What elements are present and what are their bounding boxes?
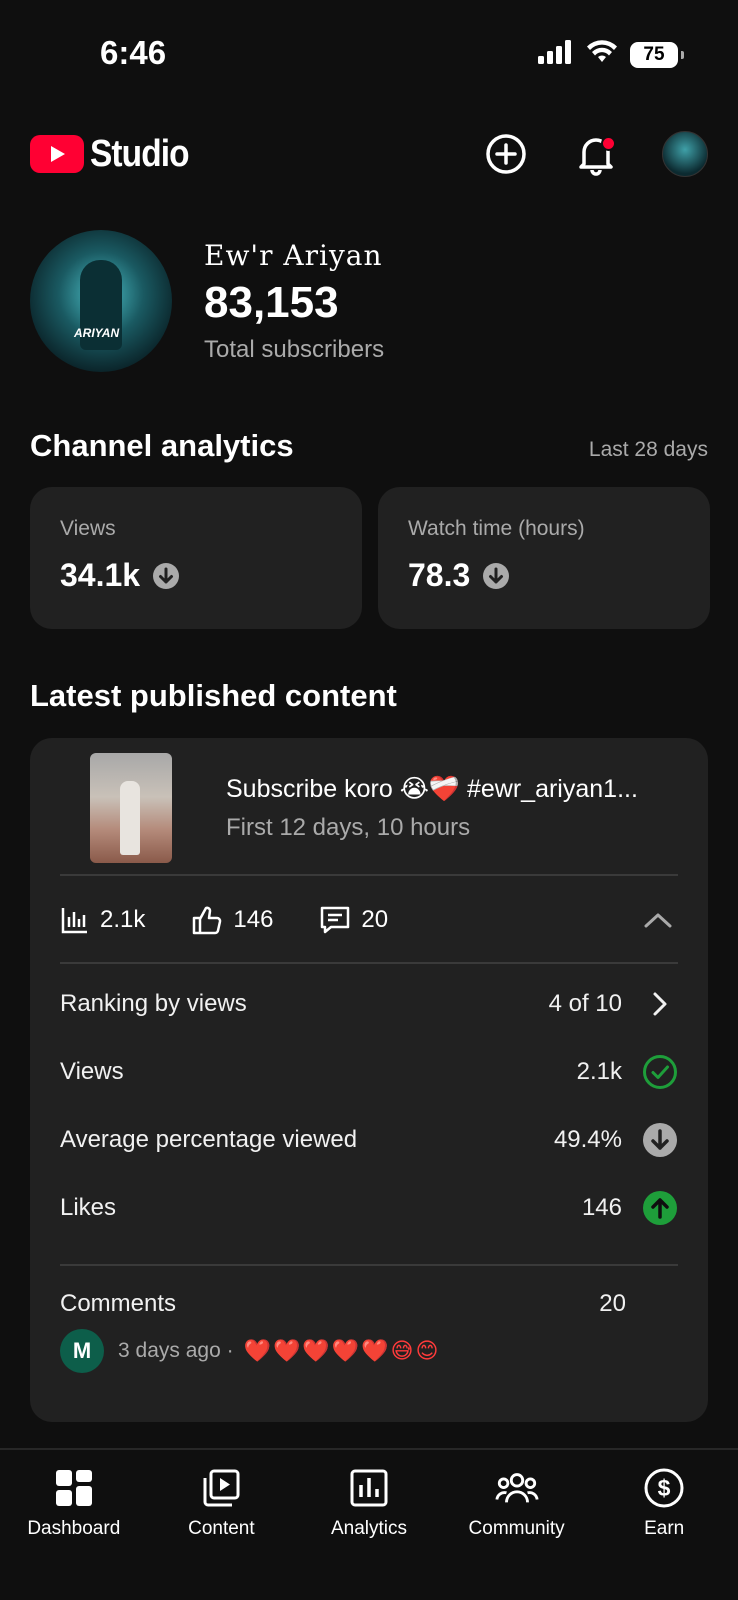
subscriber-count: 83,153	[204, 277, 339, 327]
dashboard-icon	[52, 1466, 96, 1510]
comments-row[interactable]: Comments 20	[60, 1274, 678, 1334]
likes-value: 146	[233, 906, 274, 933]
views-row: Views 2.1k	[60, 1042, 678, 1102]
divider	[60, 874, 678, 876]
avg-percentage-row: Average percentage viewed 49.4%	[60, 1110, 678, 1170]
signal-icon	[538, 40, 574, 69]
wifi-icon	[586, 40, 618, 69]
metric-value: 34.1k	[60, 557, 141, 593]
nav-label: Dashboard	[27, 1518, 121, 1539]
channel-avatar[interactable]: ARIYAN	[30, 230, 172, 372]
youtube-play-icon	[30, 135, 84, 173]
chevron-up-icon	[644, 913, 672, 928]
nav-label: Earn	[644, 1518, 685, 1539]
status-indicators: 75	[538, 40, 684, 69]
bottom-nav: Dashboard Content Analytics Community $ …	[0, 1448, 738, 1600]
latest-content-card: Subscribe koro 😭❤️‍🩹 #ewr_ariyan1... Fir…	[30, 738, 708, 1422]
community-icon	[495, 1466, 539, 1510]
analytics-icon	[347, 1466, 391, 1510]
analytics-title: Channel analytics	[30, 428, 294, 463]
trend-down-icon	[483, 562, 510, 589]
trend-down-icon	[153, 562, 180, 589]
analytics-period: Last 28 days	[588, 438, 708, 461]
divider	[60, 1264, 678, 1266]
bar-chart-icon	[61, 908, 87, 934]
detail-value: 49.4%	[553, 1126, 622, 1153]
video-row[interactable]: Subscribe koro 😭❤️‍🩹 #ewr_ariyan1... Fir…	[90, 752, 678, 864]
likes-stat: 146	[191, 905, 273, 935]
commenter-avatar: M	[60, 1329, 104, 1373]
comment-icon	[321, 906, 350, 934]
create-button[interactable]	[482, 130, 530, 178]
views-stat: 2.1k	[60, 905, 145, 935]
watch-time-card[interactable]: Watch time (hours) 78.3	[378, 487, 710, 629]
arrow-up-circle-icon	[642, 1190, 678, 1226]
nav-dashboard[interactable]: Dashboard	[4, 1466, 144, 1600]
notifications-button[interactable]	[572, 130, 620, 178]
check-circle-icon	[642, 1054, 678, 1090]
channel-summary: ARIYAN Ew'r Ariyan 83,153 Total subscrib…	[30, 230, 708, 372]
battery-indicator: 75	[630, 41, 684, 68]
status-bar: 6:46 75	[0, 0, 738, 100]
comment-time: 3 days ago ·	[118, 1339, 234, 1362]
nav-content[interactable]: Content	[151, 1466, 291, 1600]
metric-label: Watch time (hours)	[408, 517, 585, 540]
metric-value: 78.3	[408, 557, 471, 593]
nav-analytics[interactable]: Analytics	[299, 1466, 439, 1600]
latest-comment[interactable]: M 3 days ago · ❤️❤️❤️❤️❤️😅😊	[60, 1326, 678, 1376]
video-title: Subscribe koro 😭❤️‍🩹 #ewr_ariyan1...	[226, 775, 638, 803]
comments-value: 20	[361, 906, 389, 933]
divider	[60, 962, 678, 964]
nav-label: Community	[468, 1518, 565, 1539]
views-value: 2.1k	[100, 906, 146, 933]
detail-label: Average percentage viewed	[60, 1126, 358, 1153]
status-time: 6:46	[100, 34, 167, 71]
logo-text: Studio	[90, 132, 190, 175]
detail-value: 4 of 10	[548, 990, 622, 1017]
likes-row: Likes 146	[60, 1178, 678, 1238]
content-icon	[199, 1466, 243, 1510]
nav-label: Analytics	[330, 1518, 407, 1539]
latest-content-header: Latest published content	[30, 678, 708, 714]
app-header: Studio	[30, 124, 708, 184]
notification-badge	[601, 136, 616, 151]
svg-text:$: $	[658, 1475, 671, 1501]
arrow-down-circle-icon	[642, 1122, 678, 1158]
detail-value: 2.1k	[576, 1058, 622, 1085]
views-card[interactable]: Views 34.1k	[30, 487, 362, 629]
latest-content-title: Latest published content	[30, 678, 397, 713]
analytics-header: Channel analytics Last 28 days	[30, 428, 708, 464]
chevron-right-icon	[642, 986, 678, 1022]
video-stats: 2.1k 146 20	[60, 878, 678, 962]
earn-icon: $	[642, 1466, 686, 1510]
detail-label: Views	[60, 1058, 124, 1085]
comments-label: Comments	[60, 1290, 177, 1317]
video-meta: First 12 days, 10 hours	[226, 814, 471, 841]
comment-text: ❤️❤️❤️❤️❤️😅😊	[243, 1338, 441, 1363]
nav-label: Content	[188, 1518, 255, 1539]
add-circle-icon	[486, 134, 526, 174]
detail-value: 146	[581, 1194, 622, 1221]
nav-earn[interactable]: $ Earn	[594, 1466, 734, 1600]
studio-logo[interactable]: Studio	[30, 133, 202, 176]
ranking-row[interactable]: Ranking by views 4 of 10	[60, 974, 678, 1034]
collapse-button[interactable]	[638, 900, 678, 940]
comments-stat: 20	[319, 905, 388, 935]
account-avatar[interactable]	[662, 131, 708, 177]
detail-label: Likes	[60, 1194, 117, 1221]
header-actions	[482, 130, 708, 178]
video-thumbnail[interactable]	[90, 753, 172, 863]
channel-name: Ew'r Ariyan	[204, 238, 383, 272]
subscriber-label: Total subscribers	[204, 335, 385, 363]
detail-label: Ranking by views	[60, 990, 247, 1017]
thumbs-up-icon	[193, 906, 222, 935]
nav-community[interactable]: Community	[447, 1466, 587, 1600]
comments-count: 20	[599, 1290, 626, 1317]
metric-label: Views	[60, 517, 116, 540]
avatar-tag: ARIYAN	[74, 326, 120, 340]
